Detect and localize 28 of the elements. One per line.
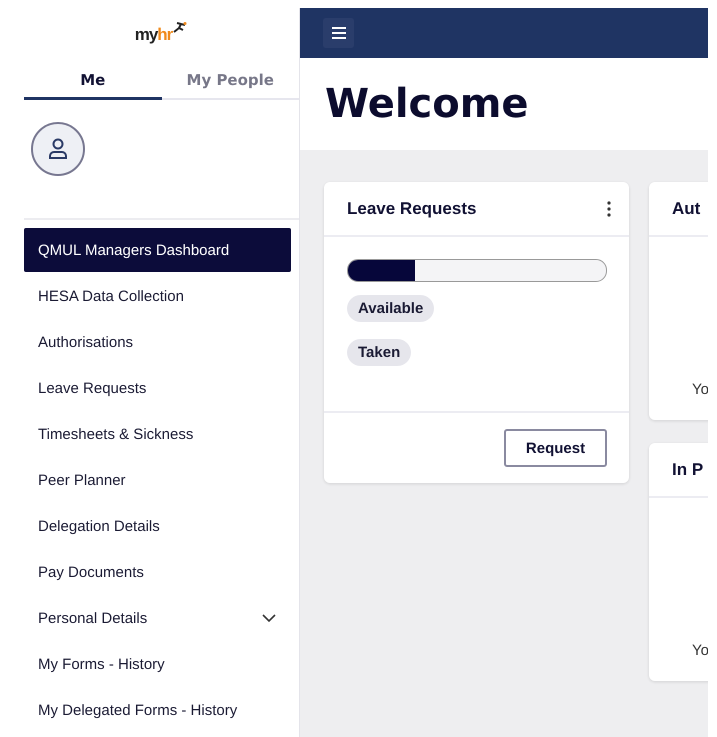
nav-item[interactable]: QMUL Managers Dashboard <box>24 228 291 272</box>
nav-item[interactable]: Leave Requests <box>24 366 291 410</box>
nav-item[interactable]: Timesheets & Sickness <box>24 412 291 456</box>
nav-item[interactable]: My Forms - History <box>24 642 291 686</box>
card-text: Yo <box>691 642 708 661</box>
avatar-icon[interactable] <box>31 122 85 176</box>
tab[interactable]: My People <box>162 62 299 100</box>
card-title: Leave Requests <box>347 198 476 218</box>
more-icon[interactable] <box>607 200 611 216</box>
nav-item[interactable]: Authorisations <box>24 320 291 364</box>
status-chip: Taken <box>347 339 412 366</box>
card-text: Yo <box>691 381 708 400</box>
card-title: In P <box>672 460 704 480</box>
card-title: Aut <box>672 198 700 218</box>
request-button[interactable]: Request <box>504 429 607 467</box>
nav-item[interactable]: Delegation Details <box>24 504 291 548</box>
nav-item[interactable]: Personal Details <box>24 596 291 640</box>
nav-item[interactable]: Peer Planner <box>24 458 291 502</box>
nav-item[interactable]: Pay Documents <box>24 550 291 594</box>
page-title: Welcome <box>325 81 529 127</box>
status-chip: Available <box>347 295 434 322</box>
nav-item[interactable]: HESA Data Collection <box>24 274 291 318</box>
tab[interactable]: Me <box>24 62 162 100</box>
menu-icon <box>332 27 346 39</box>
chevron-icon <box>261 613 277 623</box>
logo: myhr <box>134 25 188 45</box>
menu-button[interactable] <box>323 18 354 48</box>
nav-item[interactable]: My Delegated Forms - History <box>24 688 291 732</box>
